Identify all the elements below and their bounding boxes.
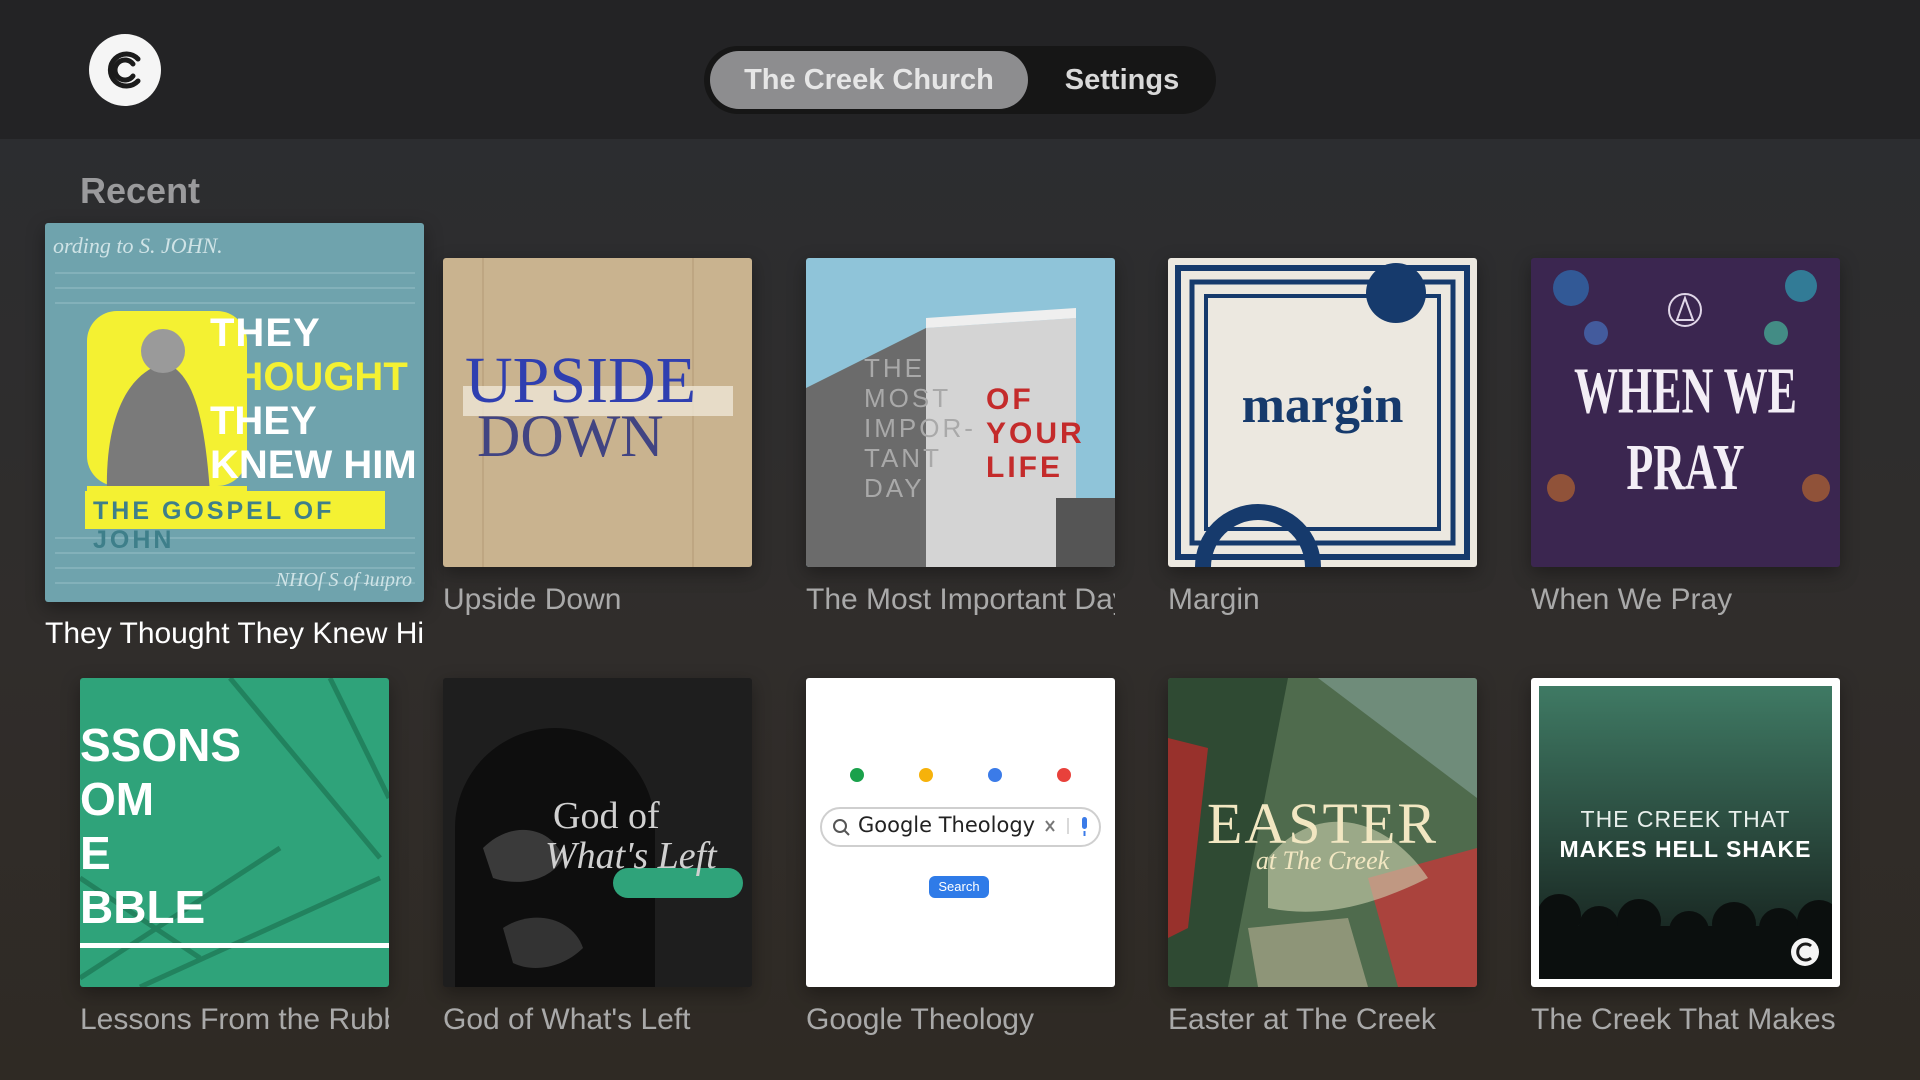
- art-title-line: THE CREEK THAT: [1580, 806, 1791, 832]
- section-title: Recent: [80, 170, 201, 211]
- art-title-line: at The Creek: [1255, 846, 1390, 875]
- card-title: Easter at The Creek: [1168, 1003, 1436, 1036]
- art-subtitle: THE GOSPEL OF JOHN: [93, 497, 335, 554]
- card-artwork: THE MOST IMPOR- TANT DAY OF YOUR LIFE: [806, 258, 1115, 567]
- art-text-block: God of What's Left: [545, 795, 717, 876]
- card-artwork: WHEN WE PRAY: [1531, 258, 1840, 567]
- art-line: LIFE: [986, 451, 1063, 484]
- card-artwork: SSONS OM E BBLE: [80, 678, 389, 987]
- art-line: OF: [986, 383, 1034, 416]
- card-artwork: ording to S. JOHN. THEY THOUGHT THEY KNE…: [45, 223, 424, 602]
- art-title-line: WHEN WE PRAY: [1574, 354, 1797, 504]
- art-text-block: THE MOST IMPOR- TANT DAY: [864, 353, 976, 503]
- art-line: THE: [864, 353, 925, 383]
- art-title-line: THOUGHT: [210, 355, 408, 399]
- card-artwork: margin: [1168, 258, 1477, 567]
- art-line: BBLE: [80, 881, 206, 933]
- art-title-line: KNEW HIM: [210, 443, 417, 487]
- art-line: TANT: [864, 443, 942, 473]
- card-title: Upside Down: [443, 583, 622, 616]
- art-bottom-text: NHOſ S of ʇuɪpro: [275, 569, 412, 591]
- art-line: OM: [80, 773, 155, 825]
- search-query-text: Google Theology: [858, 813, 1036, 837]
- art-line: God of: [553, 795, 660, 837]
- tab-bar: The Creek Church Settings: [704, 46, 1216, 114]
- card-title: Margin: [1168, 583, 1260, 616]
- art-top-text: ording to S. JOHN.: [53, 233, 223, 258]
- top-bar: The Creek Church Settings: [0, 0, 1920, 139]
- card-artwork: Google Theology Search: [806, 678, 1115, 987]
- art-title-line: DOWN: [477, 403, 664, 469]
- art-title-line: margin: [1241, 377, 1404, 434]
- art-line: E: [80, 827, 111, 879]
- creek-c-logo-icon[interactable]: [89, 34, 161, 106]
- art-photo: THE CREEK THAT MAKES HELL SHAKE: [1539, 686, 1832, 979]
- art-text-block: SSONS OM E BBLE: [80, 718, 241, 934]
- art-line: MOST: [864, 383, 952, 413]
- card-title: God of What's Left: [443, 1003, 691, 1036]
- art-line: DAY: [864, 473, 925, 503]
- card-title: Lessons From the Rubble: [80, 1003, 389, 1036]
- card-artwork: God of What's Left: [443, 678, 752, 987]
- art-title-line: THEY: [210, 311, 321, 355]
- card-artwork: UPSIDE DOWN: [443, 258, 752, 567]
- tab-settings[interactable]: Settings: [1034, 51, 1210, 109]
- art-title-line: THEY: [210, 399, 317, 443]
- art-line: IMPOR-: [864, 413, 976, 443]
- art-line: YOUR: [986, 417, 1085, 450]
- card-title: When We Pray: [1531, 583, 1733, 616]
- art-title-line: MAKES HELL SHAKE: [1559, 836, 1812, 862]
- card-artwork: EASTER at The Creek: [1168, 678, 1477, 987]
- art-line: What's Left: [545, 835, 717, 877]
- card-title: The Creek That Makes Hell Shake: [1531, 1003, 1840, 1036]
- card-artwork: THE CREEK THAT MAKES HELL SHAKE: [1531, 678, 1840, 987]
- card-title: They Thought They Knew Him: [45, 617, 424, 650]
- search-button-text: Search: [938, 879, 980, 894]
- art-text-block: OF YOUR LIFE: [986, 383, 1085, 485]
- card-title: Google Theology: [806, 1003, 1034, 1036]
- tab-the-creek-church[interactable]: The Creek Church: [710, 51, 1028, 109]
- card-title: The Most Important Day Of Your Life: [806, 583, 1115, 616]
- art-line: SSONS: [80, 719, 242, 771]
